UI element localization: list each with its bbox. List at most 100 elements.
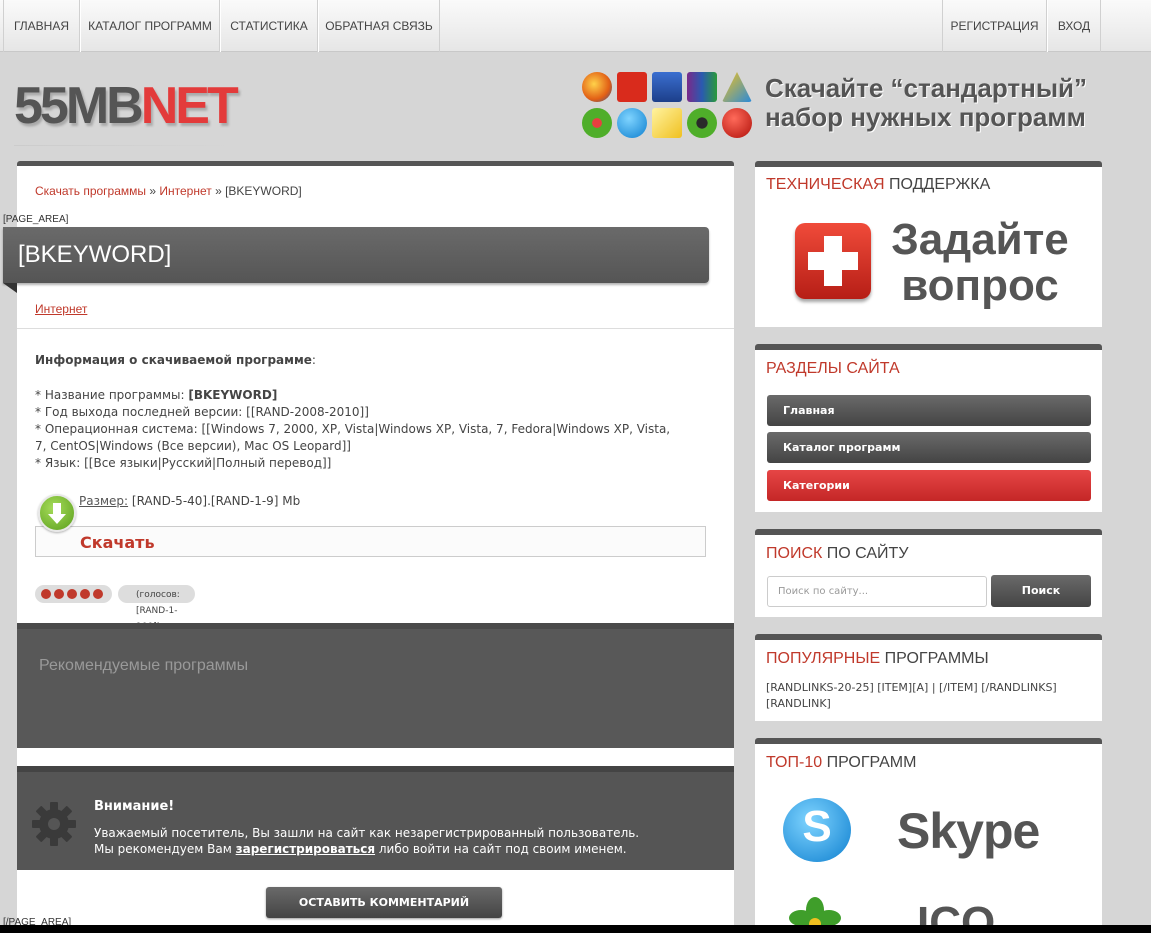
breadcrumb-link-downloads[interactable]: Скачать программы xyxy=(35,184,146,198)
warning-body: Уважаемый посетитель, Вы зашли на сайт к… xyxy=(94,825,639,857)
popular-title-rest: ПРОГРАММЫ xyxy=(880,650,989,667)
category-link[interactable]: Интернет xyxy=(35,302,87,316)
banner-icons[interactable] xyxy=(582,72,762,142)
breadcrumb-current: [BKEYWORD] xyxy=(225,184,302,198)
banner-text[interactable]: Скачайте “стандартный” набор нужных прог… xyxy=(765,74,1087,132)
title-fold-decoration xyxy=(3,283,17,293)
sidebar-item-home[interactable]: Главная xyxy=(767,395,1091,426)
program-name-value: [BKEYWORD] xyxy=(188,388,278,402)
aimp-icon xyxy=(722,72,752,102)
nav-register[interactable]: РЕГИСТРАЦИЯ xyxy=(942,0,1047,52)
firefox-icon xyxy=(582,72,612,102)
search-title-red: ПОИСК xyxy=(766,545,823,562)
logo-part-1: 55MB xyxy=(14,77,144,135)
top10-title-red: ТОП-10 xyxy=(766,754,823,771)
sections-title: РАЗДЕЛЫ САЙТА xyxy=(766,360,900,378)
rating-star-icon[interactable] xyxy=(54,589,64,599)
ask-line-2: вопрос xyxy=(901,261,1059,310)
sidebar-item-categories[interactable]: Категории xyxy=(767,470,1091,501)
rating-star-icon[interactable] xyxy=(80,589,90,599)
nav-home[interactable]: ГЛАВНАЯ xyxy=(3,0,80,52)
content-divider xyxy=(17,328,734,329)
program-info-heading-colon: : xyxy=(311,353,316,367)
program-language: * Язык: [[Все языки|Русский|Полный перев… xyxy=(35,456,332,470)
content-spacer xyxy=(17,748,734,766)
ask-line-1: Задайте xyxy=(891,215,1069,264)
program-name-label: * Название программы: xyxy=(35,388,189,402)
file-size: Размер: [RAND-5-40].[RAND-1-9] Mb xyxy=(79,494,300,508)
flash-player-icon xyxy=(722,108,752,138)
warning-line-2-pre: Мы рекомендуем Вам xyxy=(94,842,236,856)
warning-line-1: Уважаемый посетитель, Вы зашли на сайт к… xyxy=(94,826,640,840)
votes-count: (голосов: [RAND-1-100]) xyxy=(136,590,180,623)
breadcrumb-link-internet[interactable]: Интернет xyxy=(159,184,211,198)
popular-title-red: ПОПУЛЯРНЫЕ xyxy=(766,650,881,667)
program-info-heading: Информация о скачиваемой программе: xyxy=(35,352,675,369)
program-name: * Название программы: [BKEYWORD] xyxy=(35,387,675,404)
skype-icon-glyph: S xyxy=(802,802,832,851)
program-info-heading-text: Информация о скачиваемой программе xyxy=(35,353,312,367)
popular-title: ПОПУЛЯРНЫЕ ПРОГРАММЫ xyxy=(766,650,989,668)
breadcrumb: Скачать программы » Интернет » [BKEYWORD… xyxy=(35,184,302,198)
program-os: * Операционная система: [[Windows 7, 200… xyxy=(35,422,671,453)
sidebar-item-catalog[interactable]: Каталог программ xyxy=(767,432,1091,463)
banner-line-1: Скачайте “стандартный” xyxy=(765,73,1088,103)
acrobat-icon xyxy=(617,72,647,102)
ask-question-banner[interactable]: Задайте вопрос xyxy=(890,217,1070,309)
leave-comment-button[interactable]: ОСТАВИТЬ КОММЕНТАРИЙ xyxy=(266,887,502,918)
warning-title: Внимание! xyxy=(94,799,175,814)
recommended-title: Рекомендуемые программы xyxy=(39,657,249,674)
top-navigation: ГЛАВНАЯ КАТАЛОГ ПРОГРАММ СТАТИСТИКА ОБРА… xyxy=(0,0,1151,52)
top10-title: ТОП-10 ПРОГРАММ xyxy=(766,754,916,772)
guest-warning: Внимание! Уважаемый посетитель, Вы зашли… xyxy=(17,766,734,870)
nav-feedback[interactable]: ОБРАТНАЯ СВЯЗЬ xyxy=(318,0,440,52)
breadcrumb-separator: » xyxy=(146,184,160,198)
rating-star-icon[interactable] xyxy=(67,589,77,599)
program-year: * Год выхода последней версии: [[RAND-20… xyxy=(35,405,369,419)
antivirus-icon xyxy=(687,108,717,138)
download-box[interactable]: Скачать xyxy=(35,526,706,557)
save-disk-icon xyxy=(652,72,682,102)
recommended-programs: Рекомендуемые программы xyxy=(17,623,734,748)
support-title: ТЕХНИЧЕСКАЯ ПОДДЕРЖКА xyxy=(766,176,990,194)
breadcrumb-separator: » xyxy=(211,184,226,198)
bottom-edge xyxy=(0,925,1151,933)
page-title-bar: [BKEYWORD] xyxy=(3,227,709,283)
search-title: ПОИСК ПО САЙТУ xyxy=(766,545,908,563)
download-arrow-icon[interactable] xyxy=(38,494,76,532)
rating-star-icon[interactable] xyxy=(93,589,103,599)
logo-divider xyxy=(14,145,236,146)
support-title-red: ТЕХНИЧЕСКАЯ xyxy=(766,176,885,193)
nav-login[interactable]: ВХОД xyxy=(1047,0,1101,52)
skype-icon[interactable]: S xyxy=(783,798,851,862)
logo-part-2: NET xyxy=(140,77,239,135)
icq-icon xyxy=(582,108,612,138)
gear-icon xyxy=(32,802,76,846)
top10-item-skype[interactable]: Skype xyxy=(897,802,1040,860)
flash-tool-icon xyxy=(652,108,682,138)
rating-star-icon[interactable] xyxy=(41,589,51,599)
popular-links[interactable]: [RANDLINKS-20-25] [ITEM][A] | [/ITEM] [/… xyxy=(766,680,1086,712)
file-size-label: Размер: xyxy=(79,494,129,508)
support-title-rest: ПОДДЕРЖКА xyxy=(884,176,991,193)
page-title: [BKEYWORD] xyxy=(18,241,172,268)
register-link[interactable]: зарегистрироваться xyxy=(236,842,375,856)
warning-line-2: Мы рекомендуем Вам зарегистрироваться ли… xyxy=(94,841,639,857)
star-rating[interactable] xyxy=(35,585,112,603)
skype-icon xyxy=(617,108,647,138)
site-logo[interactable]: 55MBNET xyxy=(14,77,239,135)
search-title-rest: ПО САЙТУ xyxy=(822,545,909,562)
download-link[interactable]: Скачать xyxy=(80,533,155,552)
nav-catalog[interactable]: КАТАЛОГ ПРОГРАММ xyxy=(80,0,220,52)
winrar-icon xyxy=(687,72,717,102)
program-info: Информация о скачиваемой программе: * На… xyxy=(35,352,675,472)
warning-line-2-post: либо войти на сайт под своим именем. xyxy=(375,842,627,856)
support-cross-icon[interactable] xyxy=(795,223,871,299)
page-area-open-marker: [PAGE_AREA] xyxy=(3,214,69,225)
nav-statistics[interactable]: СТАТИСТИКА xyxy=(220,0,318,52)
search-input[interactable] xyxy=(767,576,987,607)
sections-title-red: РАЗДЕЛЫ САЙТА xyxy=(766,360,900,377)
file-size-value: [RAND-5-40].[RAND-1-9] Mb xyxy=(128,494,301,508)
search-button[interactable]: Поиск xyxy=(991,575,1091,607)
top10-title-rest: ПРОГРАММ xyxy=(822,754,917,771)
